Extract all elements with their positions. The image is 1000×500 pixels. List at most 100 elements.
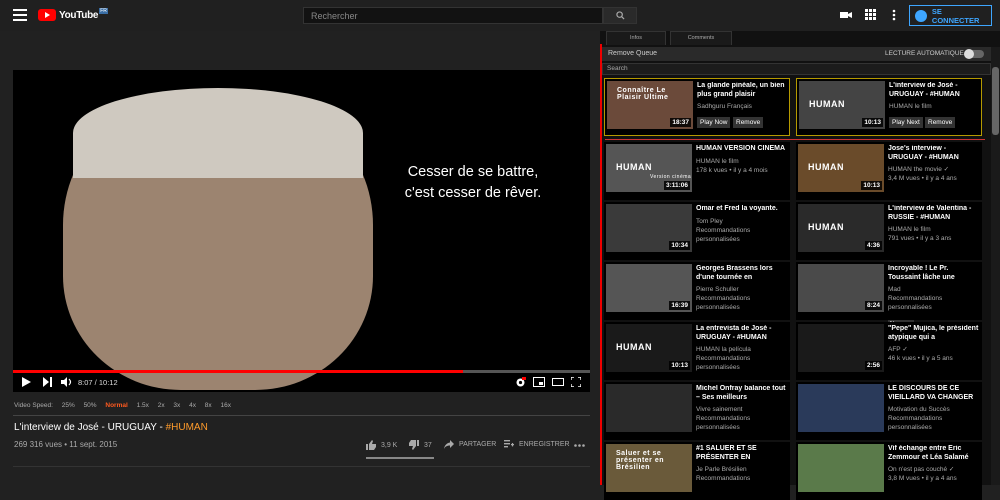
miniplayer-icon[interactable] <box>533 377 545 387</box>
fullscreen-icon[interactable] <box>571 377 581 387</box>
video-thumbnail[interactable]: HUMAN 10:13 <box>799 81 885 129</box>
channel-name[interactable]: HUMAN le film <box>696 157 788 166</box>
video-title[interactable]: La glande pinéale, un bien plus grand pl… <box>697 82 789 99</box>
queue-item[interactable]: Connaître Le Plaisir Ultime 18:37 La gland… <box>604 78 790 136</box>
speed-50[interactable]: 50% <box>84 402 97 409</box>
youtube-logo[interactable]: YouTube FR <box>38 8 108 21</box>
channel-name[interactable]: Sadhguru Français <box>697 102 789 111</box>
speed-25[interactable]: 25% <box>62 402 75 409</box>
video-title[interactable]: Omar et Fred la voyante. <box>696 205 788 214</box>
speed-8x[interactable]: 8x <box>205 402 212 409</box>
channel-name[interactable]: Tom Pley <box>696 217 788 226</box>
video-thumbnail[interactable]: HUMAN 10:13 <box>798 144 884 192</box>
recommendation-item[interactable]: Vif échange entre Eric Zemmour et Léa Sa… <box>796 442 982 500</box>
channel-name[interactable]: Motivation du Succès <box>888 405 980 414</box>
channel-name[interactable]: Vivre sainement <box>696 405 788 414</box>
video-thumbnail[interactable] <box>798 384 884 432</box>
channel-name[interactable]: HUMAN la película <box>696 345 788 354</box>
share-button[interactable]: PARTAGER <box>444 440 496 449</box>
channel-name[interactable]: Pierre Schuller <box>696 285 788 294</box>
speed-1-5x[interactable]: 1.5x <box>137 402 149 409</box>
volume-icon[interactable] <box>61 377 72 387</box>
settings-icon[interactable] <box>515 377 526 388</box>
country-code: FR <box>99 8 108 14</box>
video-meta: Recommandations <box>696 475 751 482</box>
thumbs-down-icon <box>409 440 419 450</box>
video-thumbnail[interactable]: HUMAN 10:13 <box>606 324 692 372</box>
search-button[interactable] <box>603 7 637 24</box>
video-title[interactable]: HUMAN VERSION CINÉMA <box>696 145 788 154</box>
video-thumbnail[interactable] <box>606 384 692 432</box>
recommendation-item[interactable]: Saluer et se présenter en Brésilien #1 SA… <box>604 442 790 500</box>
save-button[interactable]: ENREGISTRER <box>504 440 570 449</box>
next-icon[interactable] <box>43 377 52 387</box>
video-title[interactable]: Georges Brassens lors d'une tournée en <box>696 265 788 282</box>
dislike-button[interactable]: 37 <box>409 440 432 450</box>
scrollbar[interactable] <box>991 47 1000 485</box>
channel-name[interactable]: On n'est pas couché ✓ <box>888 465 980 474</box>
video-title[interactable]: Incroyable ! Le Pr. Toussaint lâche une <box>888 265 980 282</box>
recommendation-item[interactable]: HUMAN 10:13 Jose's interview - URUGUAY - #… <box>796 142 982 200</box>
video-title[interactable]: L'interview de Valentina - RUSSIE - #HUM… <box>888 205 980 222</box>
like-button[interactable]: 3,9 K <box>366 440 397 450</box>
tab-comments[interactable]: Comments <box>670 31 732 45</box>
hashtag-link[interactable]: #HUMAN <box>166 422 208 433</box>
remove-queue-button[interactable]: Remove Queue <box>608 50 657 57</box>
divider <box>13 415 590 416</box>
search-input[interactable]: Rechercher <box>303 7 603 24</box>
video-thumbnail[interactable]: 8:24 <box>798 264 884 312</box>
video-thumbnail[interactable]: 2:56 <box>798 324 884 372</box>
speed-3x[interactable]: 3x <box>173 402 180 409</box>
video-thumbnail[interactable]: 10:34 <box>606 204 692 252</box>
more-horizontal-icon[interactable] <box>574 444 585 447</box>
queue-search-input[interactable]: Search <box>602 63 991 75</box>
video-title[interactable]: L'interview de José - URUGUAY - #HUMAN <box>889 82 981 99</box>
menu-icon[interactable] <box>13 9 27 21</box>
recommendation-item[interactable]: HUMAN 10:13 La entrevista de José - URUGUA… <box>604 322 790 380</box>
speed-normal[interactable]: Normal <box>105 402 127 409</box>
video-title[interactable]: #1 SALUER ET SE PRÉSENTER EN <box>696 445 788 462</box>
recommendation-item[interactable]: Michel Onfray balance tout – Ses meilleu… <box>604 382 790 440</box>
create-video-icon[interactable] <box>840 9 852 21</box>
video-thumbnail[interactable]: HUMAN Version cinéma 3:11:06 <box>606 144 692 192</box>
channel-name[interactable]: HUMAN le film <box>888 225 980 234</box>
speed-4x[interactable]: 4x <box>189 402 196 409</box>
play-button[interactable]: Play Now <box>697 117 731 128</box>
autoplay-toggle[interactable] <box>964 49 984 59</box>
apps-icon[interactable] <box>865 9 876 20</box>
play-button[interactable]: Play Next <box>889 117 923 128</box>
sign-in-button[interactable]: SE CONNECTER <box>909 5 992 26</box>
video-player[interactable]: Cesser de se battre, c'est cesser de rêv… <box>13 70 590 392</box>
recommendation-item[interactable]: HUMAN 4:36 L'interview de Valentina - RUSS… <box>796 202 982 260</box>
video-thumbnail[interactable]: Connaître Le Plaisir Ultime 18:37 <box>607 81 693 129</box>
tab-infos[interactable]: Infos <box>606 31 666 45</box>
recommendation-item[interactable]: 8:24 Incroyable ! Le Pr. Toussaint lâche … <box>796 262 982 328</box>
video-title[interactable]: LE DISCOURS DE CE VIEILLARD VA CHANGER <box>888 385 980 402</box>
recommendation-item[interactable]: 16:39 Georges Brassens lors d'une tournée… <box>604 262 790 320</box>
channel-name[interactable]: AFP ✓ <box>888 345 980 354</box>
queue-item[interactable]: HUMAN 10:13 L'interview de José - URUGUAY … <box>796 78 982 136</box>
channel-name[interactable]: HUMAN le film <box>889 102 981 111</box>
scrollbar-thumb[interactable] <box>992 67 999 135</box>
video-title[interactable]: Vif échange entre Eric Zemmour et Léa Sa… <box>888 445 980 462</box>
channel-name[interactable]: HUMAN the movie ✓ <box>888 165 980 174</box>
recommendation-item[interactable]: 10:34 Omar et Fred la voyante. Tom Pley Rec… <box>604 202 790 260</box>
video-title[interactable]: La entrevista de José - URUGUAY - #HUMAN <box>696 325 788 342</box>
theater-mode-icon[interactable] <box>552 377 564 387</box>
remove-button[interactable]: Remove <box>733 117 764 128</box>
remove-button[interactable]: Remove <box>925 117 956 128</box>
speed-2x[interactable]: 2x <box>158 402 165 409</box>
video-title[interactable]: Michel Onfray balance tout – Ses meilleu… <box>696 385 788 402</box>
video-title[interactable]: Jose's interview - URUGUAY - #HUMAN <box>888 145 980 162</box>
channel-name[interactable]: Mad <box>888 285 980 294</box>
recommendation-item[interactable]: HUMAN Version cinéma 3:11:06 HUMAN VERSION … <box>604 142 790 200</box>
channel-name[interactable]: Je Parle Brésilien <box>696 465 788 474</box>
video-title[interactable]: "Pepe" Mujica, le président atypique qui… <box>888 325 980 342</box>
recommendation-item[interactable]: LE DISCOURS DE CE VIEILLARD VA CHANGER Mo… <box>796 382 982 440</box>
video-thumbnail[interactable]: HUMAN 4:36 <box>798 204 884 252</box>
video-thumbnail[interactable]: 16:39 <box>606 264 692 312</box>
speed-16x[interactable]: 16x <box>220 402 230 409</box>
more-vertical-icon[interactable] <box>892 9 896 21</box>
play-icon[interactable] <box>22 377 31 387</box>
recommendation-item[interactable]: 2:56 "Pepe" Mujica, le président atypique… <box>796 322 982 380</box>
